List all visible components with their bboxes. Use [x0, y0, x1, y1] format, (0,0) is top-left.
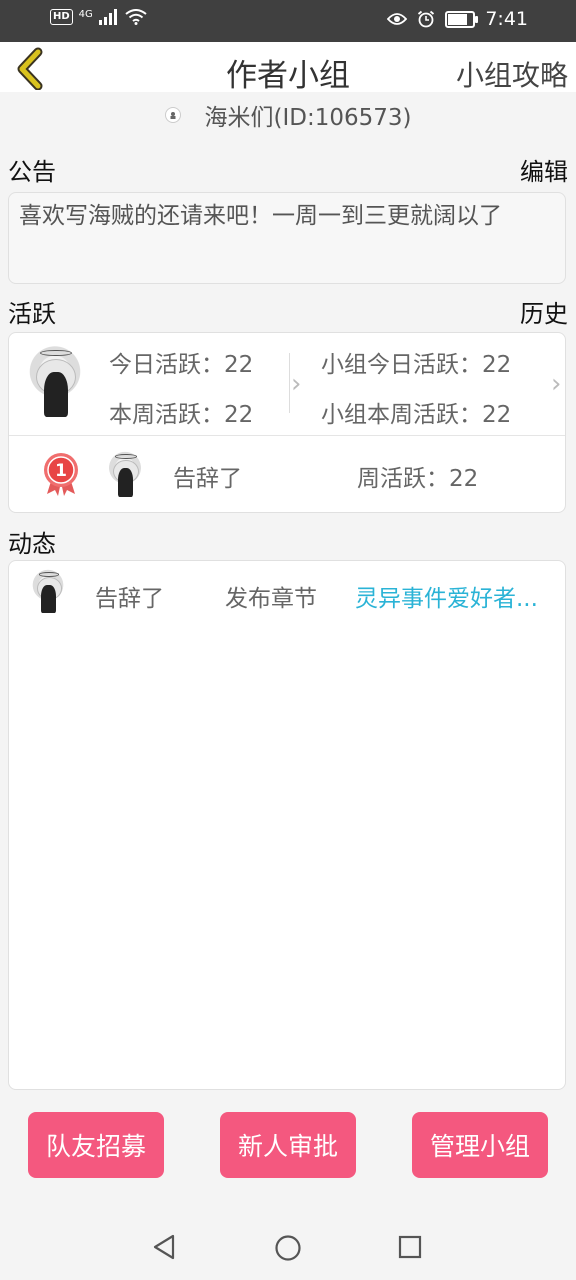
app-header: 作者小组 小组攻略 [0, 42, 576, 94]
nav-home-icon[interactable] [274, 1234, 302, 1262]
alarm-icon [418, 10, 435, 28]
today-activity: 今日活跃：22 [109, 352, 254, 378]
eye-icon [387, 13, 408, 25]
network-type: 4G [78, 9, 93, 20]
member-avatar [101, 451, 149, 499]
group-today-activity: 小组今日活跃：22 [321, 352, 512, 378]
nav-recents-icon[interactable] [398, 1235, 422, 1259]
activity-label: 活跃 [8, 300, 56, 328]
hd-icon: HD [50, 9, 73, 25]
top-member-name: 告辞了 [173, 466, 242, 492]
group-week-activity: 小组本周活跃：22 [321, 402, 512, 428]
week-activity: 本周活跃：22 [109, 402, 254, 428]
manage-group-button[interactable]: 管理小组 [412, 1112, 548, 1178]
group-avatar-icon [170, 112, 175, 119]
feed-user-avatar [25, 569, 71, 615]
edit-announcement-button[interactable]: 编辑 [520, 152, 568, 187]
status-bar: HD 4G 7:41 [0, 0, 576, 42]
group-info: 海米们(ID:106573) [0, 98, 576, 132]
announcement-card: 喜欢写海贼的还请来吧！一周一到三更就阔以了 [8, 192, 566, 284]
chevron-right-icon: › [551, 369, 562, 399]
divider [289, 353, 290, 413]
signal-icon [98, 9, 117, 25]
chevron-right-icon: › [291, 369, 302, 399]
approve-newcomers-button[interactable]: 新人审批 [220, 1112, 356, 1178]
activity-card: 今日活跃：22 本周活跃：22 › 小组今日活跃：22 小组本周活跃：22 › … [8, 332, 566, 513]
feed-label: 动态 [8, 530, 56, 558]
recruit-button[interactable]: 队友招募 [28, 1112, 164, 1178]
group-name-id: 海米们(ID:106573) [204, 105, 412, 131]
feed-card: 告辞了 发布章节 灵异事件爱好者... [8, 560, 566, 1090]
group-guide-link[interactable]: 小组攻略 [456, 54, 568, 94]
wifi-icon [125, 9, 147, 25]
battery-icon [445, 10, 479, 28]
group-avatar [164, 107, 181, 123]
system-nav-bar [0, 1212, 576, 1280]
group-owner-avatar[interactable] [17, 345, 93, 421]
activity-history-button[interactable]: 历史 [520, 294, 568, 329]
status-time: 7:41 [485, 8, 528, 30]
feed-action: 发布章节 [225, 586, 317, 612]
rank-number: 1 [55, 461, 67, 481]
announcement-text: 喜欢写海贼的还请来吧！一周一到三更就阔以了 [19, 203, 502, 229]
top-member-week-activity: 周活跃：22 [357, 466, 479, 492]
nav-back-icon[interactable] [152, 1234, 176, 1260]
announcement-label: 公告 [8, 158, 56, 186]
feed-item[interactable]: 告辞了 发布章节 灵异事件爱好者... [9, 561, 565, 627]
divider [9, 435, 565, 436]
status-left: HD 4G [50, 9, 147, 25]
rank-medal-icon: 1 [43, 452, 79, 496]
feed-user-name: 告辞了 [95, 586, 164, 612]
status-right: 7:41 [387, 8, 528, 30]
feed-target-link[interactable]: 灵异事件爱好者... [355, 579, 538, 613]
